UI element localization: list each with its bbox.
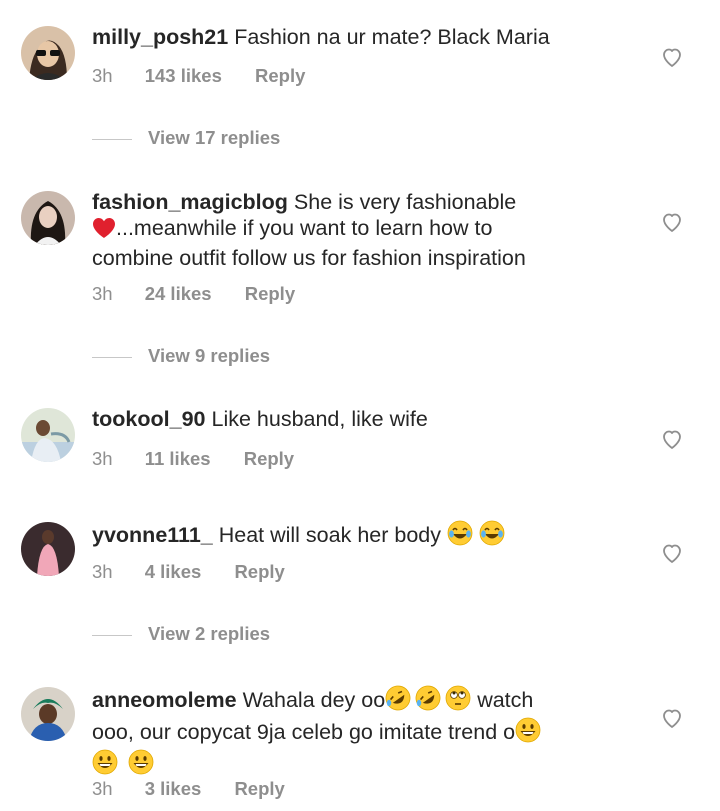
comment-meta: 3h 3 likes Reply xyxy=(92,778,285,800)
likes-count[interactable]: 3 likes xyxy=(145,778,202,800)
likes-count[interactable]: 24 likes xyxy=(145,283,212,305)
comment-text: fashion_magicblog She is very fashionabl… xyxy=(92,189,632,271)
likes-count[interactable]: 143 likes xyxy=(145,65,222,87)
reply-button[interactable]: Reply xyxy=(255,65,305,87)
comment-body-line2: ...meanwhile if you want to learn how to xyxy=(116,216,493,240)
grinning-face-emoji xyxy=(128,749,154,781)
comment-text: anneomoleme Wahala dey oo watch ooo, our… xyxy=(92,685,632,781)
view-replies-button[interactable]: View 17 replies xyxy=(92,127,280,149)
face-with-tears-of-joy-emoji xyxy=(479,520,505,552)
avatar[interactable] xyxy=(21,522,75,576)
timestamp: 3h xyxy=(92,448,113,469)
avatar[interactable] xyxy=(21,191,75,245)
comment-text: tookool_90 Like husband, like wife xyxy=(92,406,632,432)
comment-meta: 3h 4 likes Reply xyxy=(92,561,285,583)
comment-body-line3: combine outfit follow us for fashion ins… xyxy=(92,246,526,270)
username[interactable]: milly_posh21 xyxy=(92,25,228,49)
comment-text: yvonne111_ Heat will soak her body xyxy=(92,520,632,552)
comment-body: Fashion na ur mate? Black Maria xyxy=(234,25,550,49)
timestamp: 3h xyxy=(92,778,113,799)
timestamp: 3h xyxy=(92,65,113,86)
heart-icon[interactable] xyxy=(660,210,684,234)
view-replies-label: View 17 replies xyxy=(148,127,281,148)
likes-count[interactable]: 4 likes xyxy=(145,561,202,583)
comment-meta: 3h 24 likes Reply xyxy=(92,283,295,305)
view-replies-label: View 2 replies xyxy=(148,623,271,644)
comment-meta: 3h 143 likes Reply xyxy=(92,65,305,87)
rolling-on-floor-laughing-emoji xyxy=(415,685,441,717)
avatar[interactable] xyxy=(21,26,75,80)
reply-button[interactable]: Reply xyxy=(234,778,284,800)
divider-line xyxy=(92,138,132,140)
comment-body: Heat will soak her body xyxy=(218,523,441,547)
heart-icon[interactable] xyxy=(660,427,684,451)
red-heart-emoji xyxy=(92,217,116,245)
view-replies-label: View 9 replies xyxy=(148,345,271,366)
likes-count[interactable]: 11 likes xyxy=(145,448,211,470)
comment-body-line1: She is very fashionable xyxy=(293,190,517,214)
reply-button[interactable]: Reply xyxy=(244,448,294,470)
comment-text: milly_posh21 Fashion na ur mate? Black M… xyxy=(92,24,632,50)
reply-button[interactable]: Reply xyxy=(234,561,284,583)
comment-body-part3: ooo, our copycat 9ja celeb go imitate tr… xyxy=(92,720,516,744)
avatar[interactable] xyxy=(21,408,75,462)
username[interactable]: anneomoleme xyxy=(92,688,237,712)
heart-icon[interactable] xyxy=(660,45,684,69)
timestamp: 3h xyxy=(92,283,113,304)
comment-body: Like husband, like wife xyxy=(211,407,428,431)
username[interactable]: fashion_magicblog xyxy=(92,190,288,214)
comment-body-part1: Wahala dey oo xyxy=(242,688,386,712)
comment-body-part2: watch xyxy=(477,688,534,712)
grinning-face-emoji xyxy=(515,717,541,749)
view-replies-button[interactable]: View 2 replies xyxy=(92,623,270,645)
timestamp: 3h xyxy=(92,561,113,582)
divider-line xyxy=(92,634,132,636)
face-with-tears-of-joy-emoji xyxy=(447,520,473,552)
view-replies-button[interactable]: View 9 replies xyxy=(92,345,270,367)
username[interactable]: tookool_90 xyxy=(92,407,206,431)
heart-icon[interactable] xyxy=(660,706,684,730)
avatar[interactable] xyxy=(21,687,75,741)
rolling-on-floor-laughing-emoji xyxy=(385,685,411,717)
username[interactable]: yvonne111_ xyxy=(92,523,213,547)
divider-line xyxy=(92,356,132,358)
comment-meta: 3h 11 likes Reply xyxy=(92,448,294,470)
face-with-rolling-eyes-emoji xyxy=(445,685,471,717)
reply-button[interactable]: Reply xyxy=(245,283,295,305)
heart-icon[interactable] xyxy=(660,541,684,565)
grinning-face-emoji xyxy=(92,749,118,781)
